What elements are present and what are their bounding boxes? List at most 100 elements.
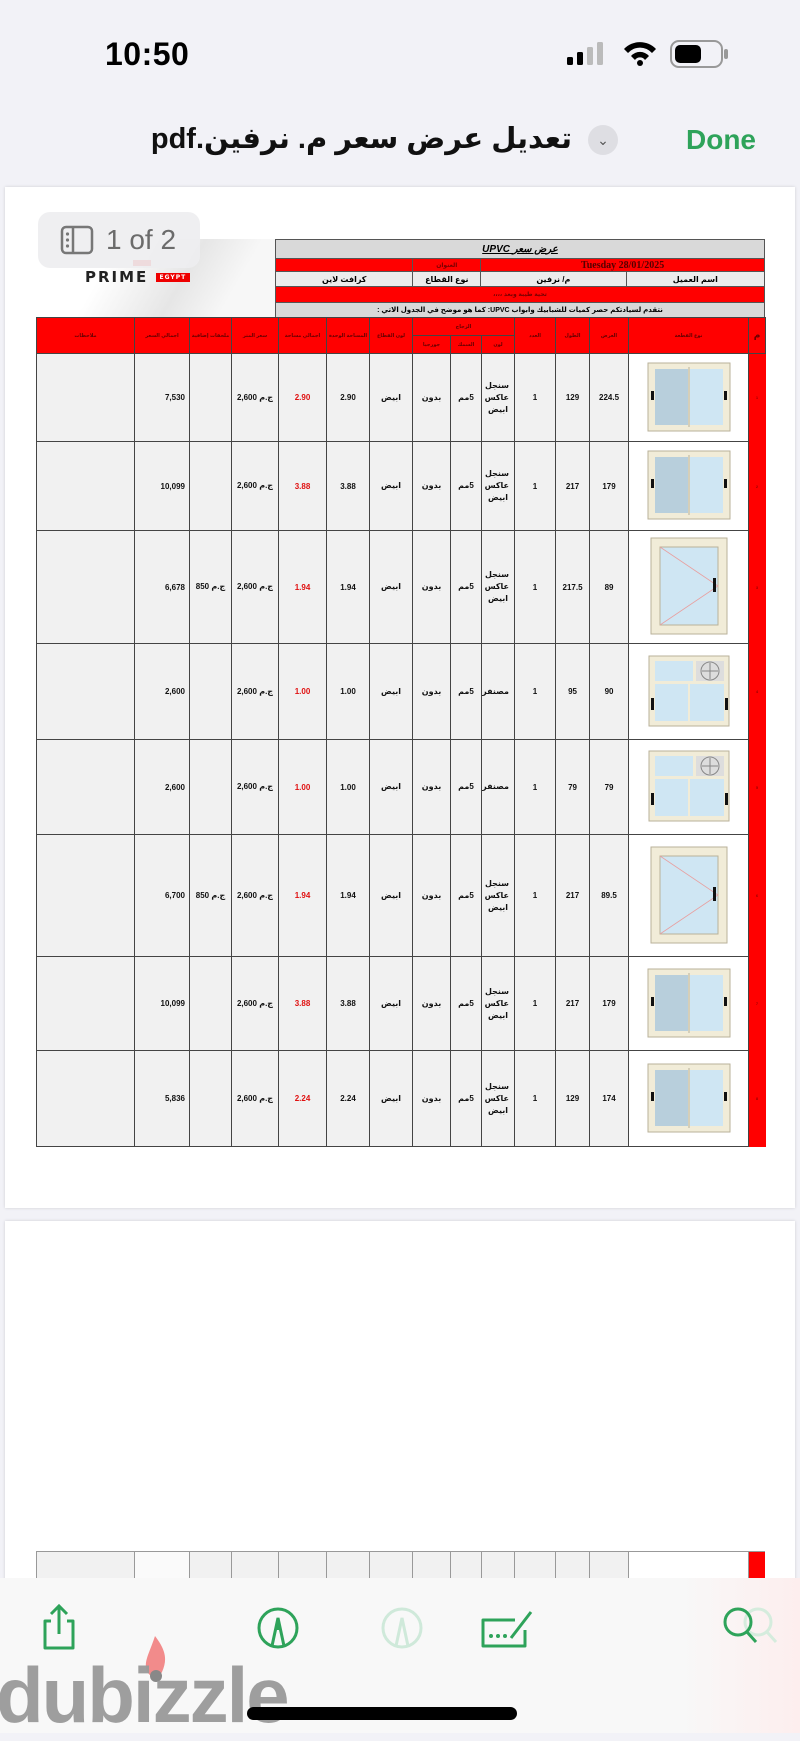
sidebar-icon — [60, 225, 94, 255]
total-area-cell: 1.00 — [278, 643, 327, 740]
total-price-cell: 6,678 — [134, 530, 190, 644]
casement-window-icon — [650, 537, 728, 635]
profile-color-cell: ابيض — [369, 834, 413, 957]
total-price-cell: 5,836 — [134, 1050, 190, 1147]
profile-color-cell: ابيض — [369, 441, 413, 531]
meter-price-value: 2,600 — [236, 582, 257, 591]
chevron-down-icon[interactable]: ⌄ — [588, 125, 618, 155]
glass-thickness-cell: 5مم — [450, 441, 482, 531]
glass-georgia-cell: بدون — [412, 643, 451, 740]
meter-price-value: 2,600 — [236, 686, 257, 696]
intro-row: نتقدم لسيادتكم حصر كميات للشبابيك وابواب… — [275, 302, 765, 317]
glass-georgia-cell: بدون — [412, 441, 451, 531]
quote-date: Tuesday 28/01/2025 — [580, 259, 665, 271]
glass-color-cell: مصنفر — [480, 643, 516, 740]
total-price-cell: 2,600 — [134, 739, 190, 835]
unit-area-cell: 3.88 — [326, 956, 370, 1051]
glass-georgia-cell: بدون — [412, 1050, 451, 1147]
notes-cell — [36, 353, 135, 442]
meter-price-value: 2,600 — [236, 392, 257, 402]
total-area-cell: 1.94 — [278, 834, 327, 957]
row-number-cell: 3 — [748, 530, 767, 644]
glass-thickness-cell: 5مم — [450, 643, 482, 740]
battery-icon — [670, 40, 728, 68]
glass-color-cell: سنجل عاكس ابيض — [480, 1050, 516, 1147]
meter-price-value: 2,600 — [236, 1093, 257, 1103]
done-button[interactable]: Done — [686, 124, 756, 156]
window-type-cell — [628, 956, 750, 1051]
window-type-cell — [628, 1050, 750, 1147]
length-cell: 217.5 — [555, 530, 591, 644]
count-cell: 1 — [514, 441, 557, 531]
extras-cell — [189, 956, 232, 1051]
length-cell: 217 — [555, 441, 591, 531]
meter-price-cell: ج.م 2,600 — [231, 1050, 279, 1147]
extras-value: 850 — [195, 582, 210, 591]
casement-window-icon — [650, 846, 728, 943]
notes-cell — [36, 739, 135, 835]
glass-color-cell: سنجل عاكس ابيض — [480, 441, 516, 531]
section-value: كرافت لاين — [276, 272, 414, 286]
markup-icon — [257, 1607, 299, 1649]
width-cell: 79 — [589, 739, 630, 835]
extras-cell — [189, 643, 232, 740]
header-count: العدد — [514, 317, 557, 354]
width-cell: 179 — [589, 956, 630, 1051]
glass-georgia-cell: بدون — [412, 530, 451, 644]
total-price-cell: 6,700 — [134, 834, 190, 957]
signature-icon — [481, 1611, 533, 1648]
fan-window-icon — [648, 750, 730, 822]
currency: ج.م — [259, 782, 274, 791]
intro-text: نتقدم لسيادتكم حصر كميات للشبابيك وابواب… — [377, 307, 663, 314]
extras-cell — [189, 739, 232, 835]
unit-area-cell: 2.24 — [326, 1050, 370, 1147]
address-value — [276, 259, 414, 271]
total-area-cell: 2.90 — [278, 353, 327, 442]
markup-disabled-button[interactable] — [378, 1600, 426, 1656]
status-time: 10:50 — [105, 36, 190, 72]
table-row: 2,600 ج.م 2,600 1.00 1.00 ابيض بدون 5مم مصنفر 1… — [36, 643, 767, 740]
length-cell: 95 — [555, 643, 591, 740]
share-icon — [43, 1604, 75, 1650]
row-number-cell: 7 — [748, 956, 767, 1051]
glass-thickness-cell: 5مم — [450, 834, 482, 957]
length-cell: 129 — [555, 1050, 591, 1147]
section-label: نوع القطاع — [413, 272, 482, 286]
signature-button[interactable] — [478, 1600, 538, 1656]
window-type-cell — [628, 643, 750, 740]
share-button[interactable] — [35, 1600, 83, 1656]
glass-color-cell: سنجل عاكس ابيض — [480, 834, 516, 957]
profile-color-cell: ابيض — [369, 530, 413, 644]
page-indicator[interactable]: 1 of 2 — [38, 212, 200, 268]
table-row: 7,530 ج.م 2,600 2.90 2.90 ابيض بدون 5مم سنجل ع… — [36, 353, 767, 442]
meter-price-cell: ج.م 2,600 — [231, 834, 279, 957]
table-row: 6,700 850 ج.م ج.م 2,600 1.94 1.94 ابيض بدون 5مم… — [36, 834, 767, 957]
unit-area-cell: 1.94 — [326, 530, 370, 644]
total-area-cell: 2.24 — [278, 1050, 327, 1147]
extras-currency: ج.م — [211, 582, 226, 591]
total-price-cell: 10,099 — [134, 441, 190, 531]
header-glass-georgia: جورجيا — [412, 335, 451, 354]
search-button[interactable] — [718, 1600, 788, 1656]
header-glass: الزجاج — [411, 317, 516, 336]
extras-cell: 850 ج.م — [189, 530, 232, 644]
width-cell: 224.5 — [589, 353, 630, 442]
glass-thickness-cell: 5مم — [450, 956, 482, 1051]
glass-color-cell: سنجل عاكس ابيض — [480, 956, 516, 1051]
notes-cell — [36, 834, 135, 957]
total-area-cell: 1.94 — [278, 530, 327, 644]
count-cell: 1 — [514, 643, 557, 740]
home-indicator[interactable] — [247, 1707, 517, 1720]
header-glass-color: لون — [480, 335, 516, 354]
markup-button[interactable] — [254, 1600, 302, 1656]
meter-price-cell: ج.م 2,600 — [231, 530, 279, 644]
currency: ج.م — [259, 392, 274, 402]
document-title[interactable]: تعديل عرض سعر م. نرفين.pdf — [151, 121, 572, 156]
count-cell: 1 — [514, 353, 557, 442]
company-logo: PRIME EGYPT — [85, 260, 191, 286]
header-length: الطول — [555, 317, 591, 354]
total-area-cell: 3.88 — [278, 441, 327, 531]
profile-color-cell: ابيض — [369, 1050, 413, 1147]
row-number-cell: 1 — [748, 353, 767, 442]
total-area-cell: 1.00 — [278, 739, 327, 835]
